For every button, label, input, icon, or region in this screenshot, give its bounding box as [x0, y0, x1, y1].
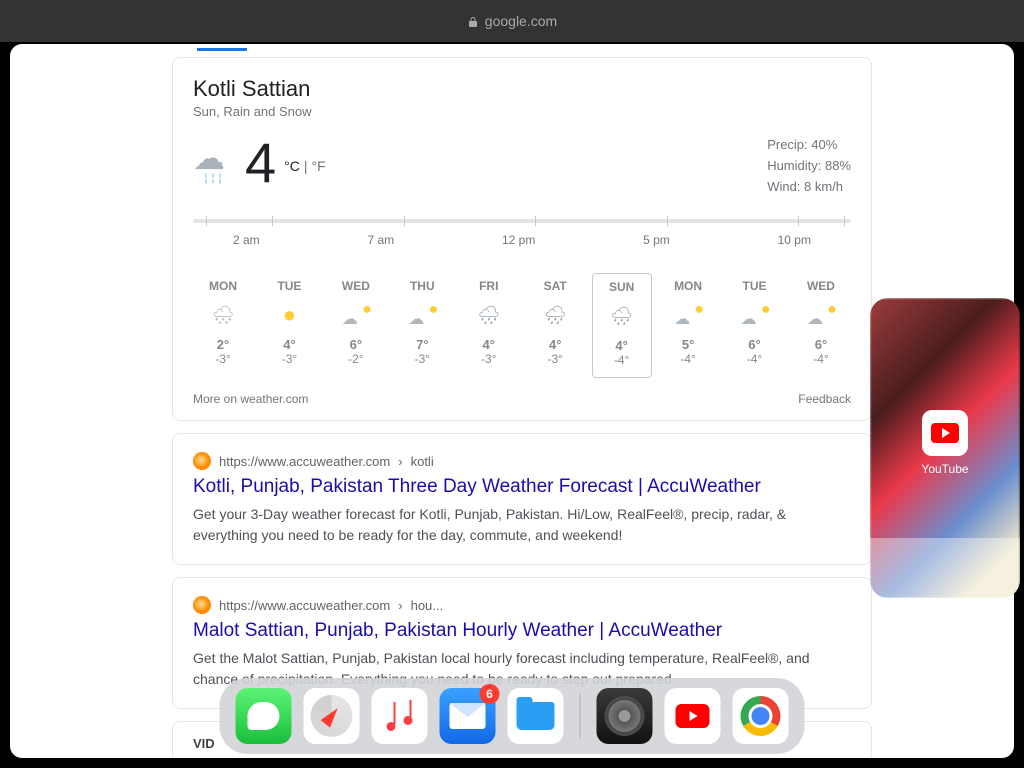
feedback-link[interactable]: Feedback [798, 392, 851, 406]
forecast-day[interactable]: FRI🌧4°-3° [459, 273, 519, 378]
forecast-day[interactable]: WED●☁6°-4° [791, 273, 851, 378]
accuweather-icon [193, 452, 211, 470]
location-title: Kotli Sattian [193, 76, 851, 102]
result-source: https://www.accuweather.com [219, 598, 390, 613]
dock-app-youtube[interactable] [665, 688, 721, 744]
accuweather-icon [193, 596, 211, 614]
address-bar[interactable]: google.com [0, 0, 1024, 42]
forecast-day[interactable]: WED●☁6°-2° [326, 273, 386, 378]
dock-app-messages[interactable] [236, 688, 292, 744]
unit-celsius[interactable]: °C [284, 158, 300, 174]
dock: 6 [220, 678, 805, 754]
current-weather-icon: ☁╎╎╎ [193, 143, 237, 183]
timeline-label: 2 am [233, 233, 260, 247]
forecast-row: MON🌨2°-3°TUE●4°-3°WED●☁6°-2°THU●☁7°-3°FR… [193, 273, 851, 378]
weather-summary: Sun, Rain and Snow [193, 104, 851, 119]
address-url: google.com [485, 13, 557, 29]
unit-toggle[interactable]: °C|°F [284, 158, 326, 174]
weather-stats: Precip: 40% Humidity: 88% Wind: 8 km/h [767, 135, 851, 197]
dock-app-safari[interactable] [304, 688, 360, 744]
result-crumb: hou... [411, 598, 444, 613]
lock-icon [467, 15, 479, 27]
dock-app-chrome[interactable] [733, 688, 789, 744]
dock-app-mail[interactable]: 6 [440, 688, 496, 744]
stat-wind: Wind: 8 km/h [767, 177, 851, 198]
dock-app-music[interactable] [372, 688, 428, 744]
slideover-panel[interactable]: YouTube [870, 298, 1020, 598]
forecast-day[interactable]: MON🌨2°-3° [193, 273, 253, 378]
result-crumb: kotli [411, 454, 434, 469]
dock-divider [580, 693, 581, 739]
forecast-day[interactable]: SAT🌧4°-3° [525, 273, 585, 378]
search-result[interactable]: https://www.accuweather.com › kotli Kotl… [172, 433, 872, 565]
youtube-app-label: YouTube [870, 462, 1020, 476]
unit-fahrenheit[interactable]: °F [312, 158, 326, 174]
browser-page: Kotli Sattian Sun, Rain and Snow ☁╎╎╎ 4 … [10, 44, 1014, 758]
timeline-label: 5 pm [643, 233, 670, 247]
current-temp: 4 [245, 135, 276, 191]
dock-app-settings[interactable] [597, 688, 653, 744]
forecast-day[interactable]: TUE●4°-3° [259, 273, 319, 378]
stat-precip: Precip: 40% [767, 135, 851, 156]
youtube-app-icon[interactable] [922, 410, 968, 456]
timeline-label: 10 pm [778, 233, 811, 247]
result-title[interactable]: Kotli, Punjab, Pakistan Three Day Weathe… [193, 476, 851, 498]
dock-app-files[interactable] [508, 688, 564, 744]
weather-card: Kotli Sattian Sun, Rain and Snow ☁╎╎╎ 4 … [172, 57, 872, 421]
forecast-day[interactable]: TUE●☁6°-4° [725, 273, 785, 378]
forecast-day[interactable]: MON●☁5°-4° [658, 273, 718, 378]
result-title[interactable]: Malot Sattian, Punjab, Pakistan Hourly W… [193, 620, 851, 642]
more-weather-link[interactable]: More on weather.com [193, 392, 308, 406]
hourly-timeline[interactable]: 2 am 7 am 12 pm 5 pm 10 pm [193, 219, 851, 247]
result-desc: Get your 3-Day weather forecast for Kotl… [193, 504, 851, 546]
forecast-day[interactable]: THU●☁7°-3° [392, 273, 452, 378]
stat-humidity: Humidity: 88% [767, 156, 851, 177]
timeline-label: 7 am [367, 233, 394, 247]
mail-badge: 6 [480, 684, 500, 704]
result-source: https://www.accuweather.com [219, 454, 390, 469]
active-tab-indicator [197, 48, 247, 51]
timeline-label: 12 pm [502, 233, 535, 247]
forecast-day[interactable]: SUN🌧4°-4° [592, 273, 652, 378]
